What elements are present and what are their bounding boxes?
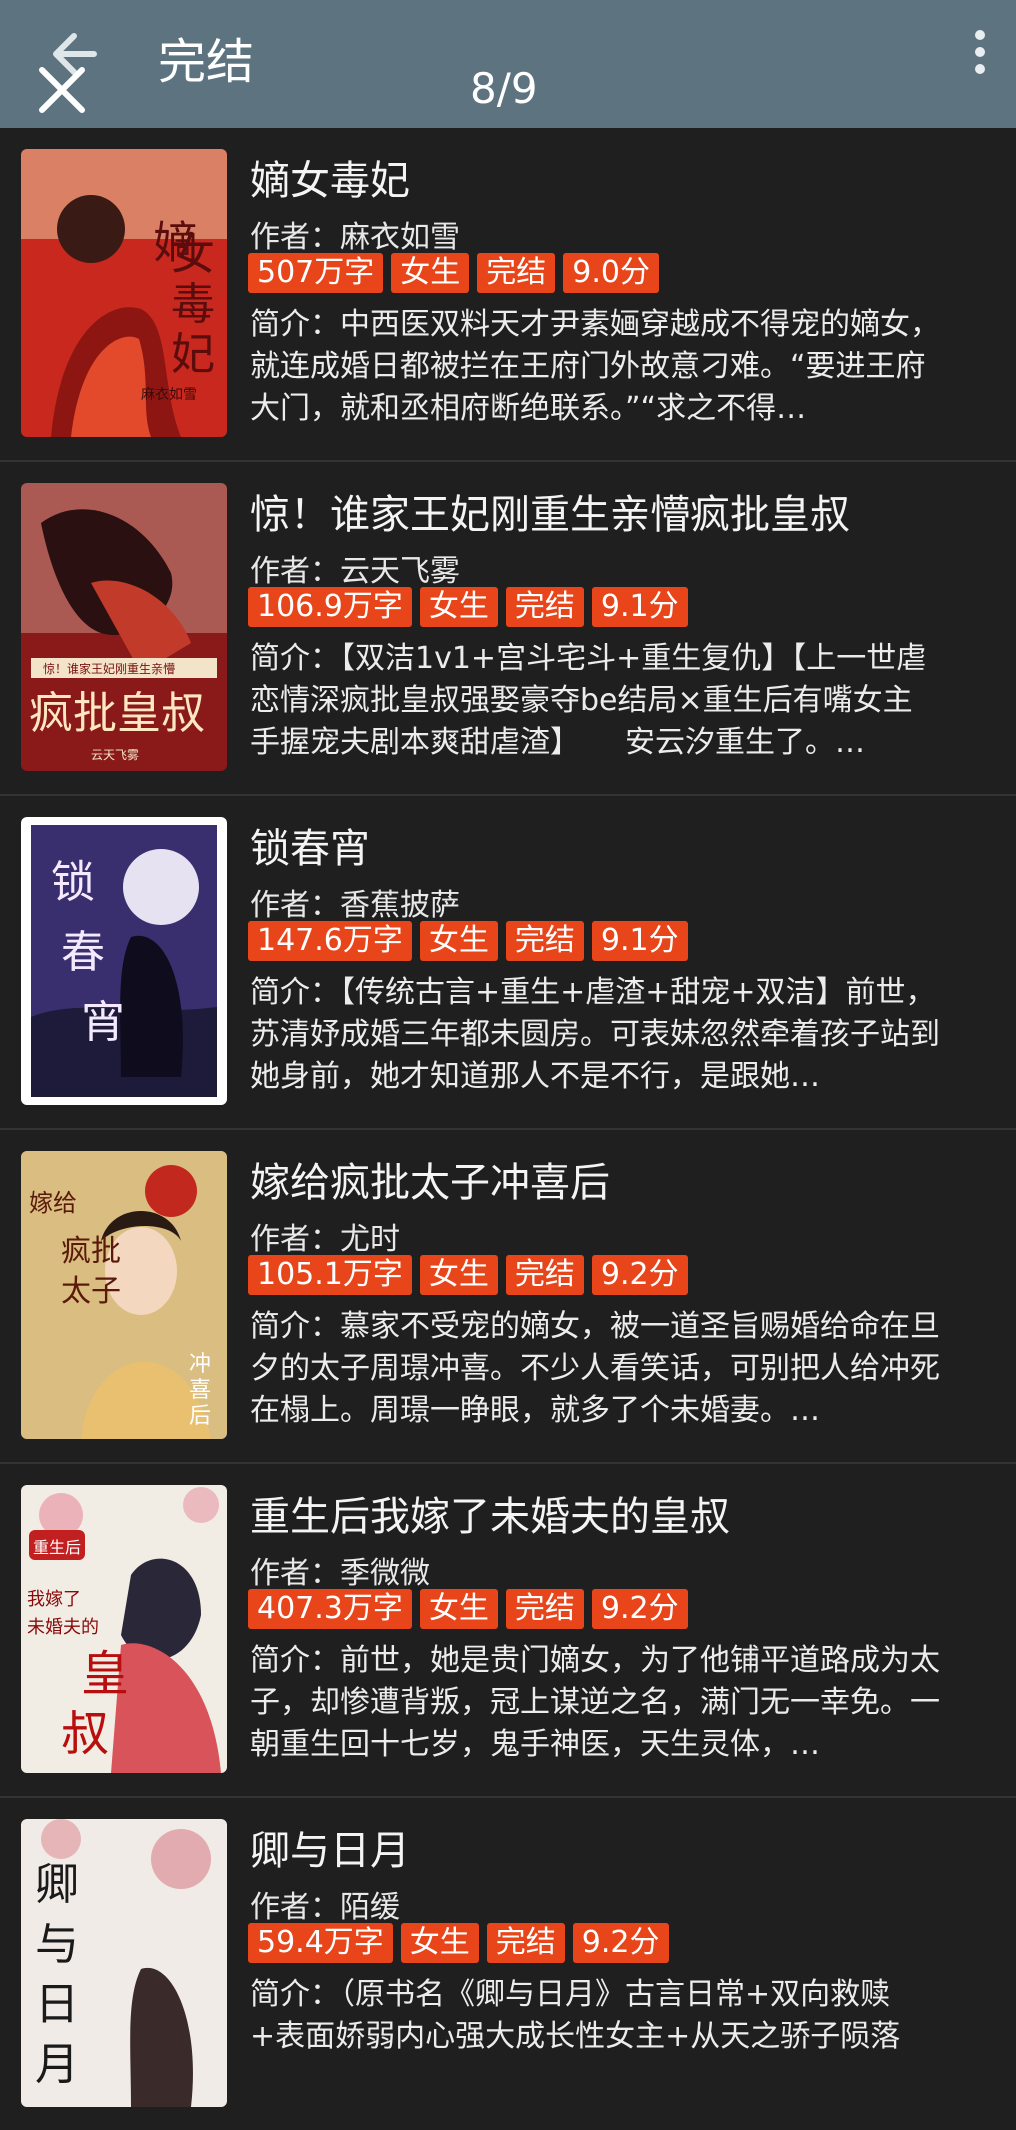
book-title[interactable]: 嫁给疯批太子冲喜后 [250,1150,610,1208]
book-cover[interactable]: 惊！谁家王妃刚重生亲懵 疯批皇叔 云天飞雾 [21,483,227,771]
top-bar: 完结 8/9 [0,0,1016,128]
svg-text:毒: 毒 [171,279,215,330]
book-author: 作者：季微微 [250,1556,430,1591]
word-count-tag: 106.9万字 [248,587,412,627]
score-tag: 9.2分 [572,1923,669,1963]
book-summary: 简介：【传统古言+重生+虐渣+甜宠+双洁】前世，苏清妤成婚三年都未圆房。可表妹忽… [250,975,940,1094]
svg-text:未婚夫的: 未婚夫的 [27,1617,99,1638]
status-tag: 完结 [505,587,584,627]
score-tag: 9.2分 [591,1589,688,1629]
svg-text:后: 后 [189,1404,211,1429]
svg-text:女: 女 [171,229,215,280]
word-count-tag: 59.4万字 [248,1923,393,1963]
svg-text:我嫁了: 我嫁了 [27,1589,81,1610]
svg-text:喜: 喜 [189,1378,211,1403]
book-summary: 简介：【双洁1v1+宫斗宅斗+重生复仇】【上一世虐恋情深疯批皇叔强娶豪夺be结局… [250,641,927,760]
book-cover[interactable]: 嫁给 疯批 太子 冲 喜 后 [21,1151,227,1439]
svg-text:锁: 锁 [51,857,95,908]
svg-text:冲: 冲 [189,1352,211,1377]
book-item[interactable]: 嫁给 疯批 太子 冲 喜 后 嫁给疯批太子冲喜后 作者：尤时 105.1万字 女… [0,1130,1016,1464]
page-counter: 8/9 [470,64,538,113]
category-tag: 女生 [391,253,470,293]
book-author: 作者：陌缓 [250,1890,400,1925]
category-tag: 女生 [419,1589,498,1629]
category-tag: 女生 [419,1255,498,1295]
svg-text:重生后: 重生后 [33,1538,81,1557]
book-summary: 简介：前世，她是贵门嫡女，为了他铺平道路成为太子，却惨遭背叛，冠上谋逆之名，满门… [250,1643,940,1762]
word-count-tag: 147.6万字 [248,921,412,961]
book-title[interactable]: 重生后我嫁了未婚夫的皇叔 [250,1484,730,1542]
svg-text:疯批皇叔: 疯批皇叔 [29,688,205,739]
book-title[interactable]: 卿与日月 [250,1818,410,1876]
close-icon[interactable] [34,62,90,118]
book-cover[interactable]: 锁 春 宵 [21,817,227,1105]
book-cover[interactable]: 嫡 女 毒 妃 麻衣如雪 [21,149,227,437]
score-tag: 9.2分 [591,1255,688,1295]
score-tag: 9.1分 [591,587,688,627]
book-cover[interactable]: 卿 与 日 月 [21,1819,227,2107]
more-options-icon[interactable] [970,30,990,80]
book-author: 作者：云天飞雾 [250,554,460,589]
svg-text:月: 月 [35,2039,79,2090]
svg-text:叔: 叔 [61,1706,109,1762]
book-list: 嫡 女 毒 妃 麻衣如雪 嫡女毒妃 作者：麻衣如雪 507万字 女生 完结 9.… [0,128,1016,2130]
page-title: 完结 [158,34,255,90]
book-tags: 106.9万字 女生 完结 9.1分 [248,587,688,627]
book-tags: 147.6万字 女生 完结 9.1分 [248,921,688,961]
book-item[interactable]: 重生后 我嫁了 未婚夫的 皇 叔 重生后我嫁了未婚夫的皇叔 作者：季微微 407… [0,1464,1016,1798]
book-title[interactable]: 惊！谁家王妃刚重生亲懵疯批皇叔 [250,482,850,540]
svg-text:春: 春 [61,927,105,978]
svg-text:卿: 卿 [35,1859,79,1910]
svg-text:皇: 皇 [81,1646,129,1702]
svg-text:云天飞雾: 云天飞雾 [91,748,139,762]
book-title[interactable]: 嫡女毒妃 [250,148,410,206]
category-tag: 女生 [400,1923,479,1963]
book-item[interactable]: 嫡 女 毒 妃 麻衣如雪 嫡女毒妃 作者：麻衣如雪 507万字 女生 完结 9.… [0,128,1016,462]
status-tag: 完结 [505,1255,584,1295]
book-tags: 59.4万字 女生 完结 9.2分 [248,1923,669,1963]
book-summary: 简介：中西医双料天才尹素婳穿越成不得宠的嫡女，就连成婚日都被拦在王府门外故意刁难… [250,307,940,426]
svg-text:惊！谁家王妃刚重生亲懵: 惊！谁家王妃刚重生亲懵 [43,661,175,676]
book-author: 作者：麻衣如雪 [250,220,460,255]
book-tags: 507万字 女生 完结 9.0分 [248,253,659,293]
word-count-tag: 407.3万字 [248,1589,412,1629]
svg-text:日: 日 [35,1979,79,2030]
status-tag: 完结 [477,253,556,293]
book-item[interactable]: 锁 春 宵 锁春宵 作者：香蕉披萨 147.6万字 女生 完结 9.1分 简介：… [0,796,1016,1130]
word-count-tag: 105.1万字 [248,1255,412,1295]
svg-text:太子: 太子 [61,1274,121,1309]
book-title[interactable]: 锁春宵 [250,816,370,874]
svg-text:宵: 宵 [81,997,125,1048]
book-tags: 105.1万字 女生 完结 9.2分 [248,1255,688,1295]
status-tag: 完结 [486,1923,565,1963]
svg-text:麻衣如雪: 麻衣如雪 [141,387,197,403]
book-author: 作者：尤时 [250,1222,400,1257]
score-tag: 9.1分 [591,921,688,961]
status-tag: 完结 [505,1589,584,1629]
book-author: 作者：香蕉披萨 [250,888,460,923]
book-cover[interactable]: 重生后 我嫁了 未婚夫的 皇 叔 [21,1485,227,1773]
word-count-tag: 507万字 [248,253,384,293]
book-summary: 简介：慕家不受宠的嫡女，被一道圣旨赐婚给命在旦夕的太子周璟冲喜。不少人看笑话，可… [250,1309,940,1428]
book-item[interactable]: 卿 与 日 月 卿与日月 作者：陌缓 59.4万字 女生 完结 9.2分 简介：… [0,1798,1016,2130]
score-tag: 9.0分 [563,253,659,293]
svg-text:疯批: 疯批 [61,1234,121,1269]
book-summary: 简介：（原书名《卿与日月》古言日常+双向救赎+表面娇弱内心强大成长性女主+从天之… [250,1977,901,2054]
book-item[interactable]: 惊！谁家王妃刚重生亲懵 疯批皇叔 云天飞雾 惊！谁家王妃刚重生亲懵疯批皇叔 作者… [0,462,1016,796]
book-tags: 407.3万字 女生 完结 9.2分 [248,1589,688,1629]
svg-text:与: 与 [35,1919,79,1970]
status-tag: 完结 [505,921,584,961]
category-tag: 女生 [419,587,498,627]
category-tag: 女生 [419,921,498,961]
svg-text:嫁给: 嫁给 [29,1189,77,1217]
svg-text:妃: 妃 [171,329,215,380]
